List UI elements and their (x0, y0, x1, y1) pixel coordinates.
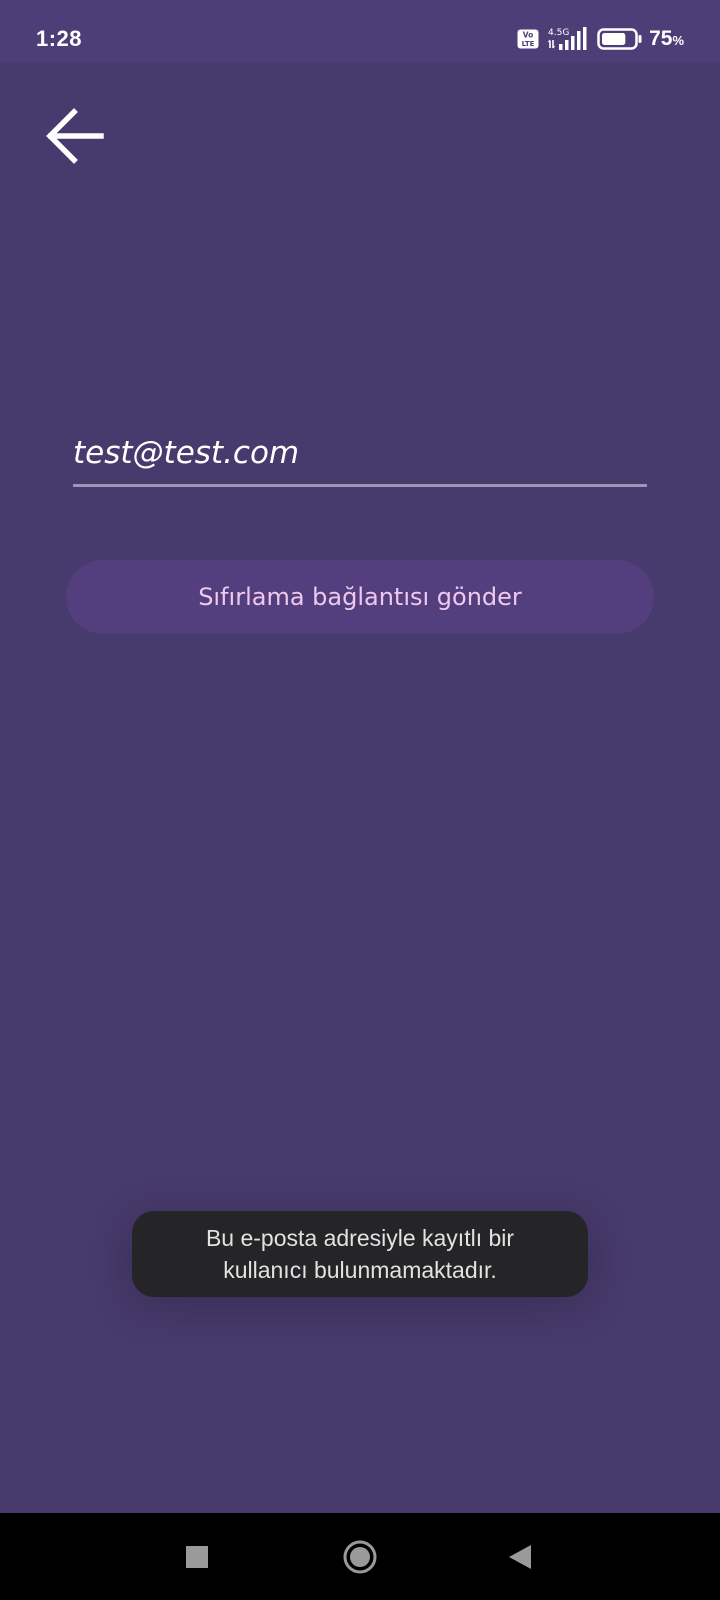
circle-icon (343, 1540, 377, 1574)
email-field[interactable] (73, 428, 647, 487)
network-type-label: 4.5G (548, 28, 569, 38)
status-time: 1:28 (36, 26, 83, 51)
status-bar: 1:28 Vo LTE 4.5G 75% (0, 0, 720, 62)
status-icons: Vo LTE 4.5G 75% (517, 26, 684, 52)
battery-percent-value: 75 (649, 27, 673, 50)
square-icon (186, 1546, 208, 1568)
battery-percent: 75% (649, 27, 684, 51)
toast-text: Bu e-posta adresiyle kayıtlı bir kullanı… (205, 1225, 515, 1283)
svg-text:Vo: Vo (523, 31, 534, 40)
svg-text:LTE: LTE (522, 40, 535, 48)
forgot-password-screen: 1:28 Vo LTE 4.5G 75% test@test.com Sıfır… (0, 0, 720, 1600)
battery-icon (597, 28, 642, 50)
email-input[interactable] (73, 428, 647, 478)
toast-message: Bu e-posta adresiyle kayıtlı bir kullanı… (132, 1211, 588, 1297)
system-back-button[interactable] (490, 1531, 550, 1583)
home-button[interactable] (330, 1531, 390, 1583)
volte-icon: Vo LTE (517, 29, 539, 49)
signal-strength-icon: 4.5G (548, 27, 587, 50)
arrow-left-icon (46, 108, 104, 164)
battery-percent-unit: % (672, 33, 684, 48)
system-navigation-bar (0, 1513, 720, 1600)
back-button[interactable] (38, 100, 110, 172)
send-reset-link-button[interactable]: Sıfırlama bağlantısı gönder (66, 560, 654, 634)
recent-apps-button[interactable] (167, 1531, 227, 1583)
triangle-back-icon (509, 1545, 531, 1569)
